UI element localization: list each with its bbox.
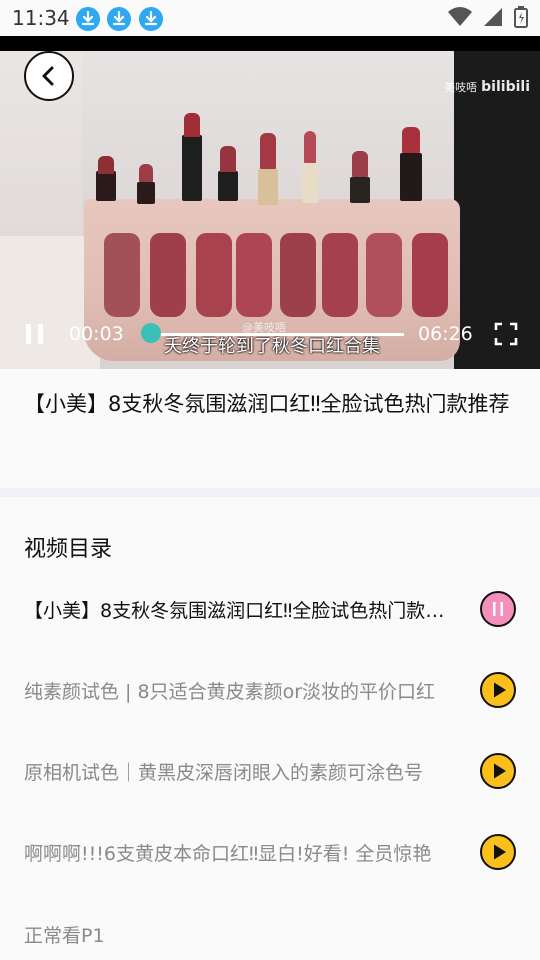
lipstick	[137, 164, 155, 204]
status-bar: 11:34	[0, 0, 540, 36]
download-icon	[76, 7, 100, 31]
playback-mode-label[interactable]: 正常看P1	[24, 921, 105, 948]
lipstick-swatch	[196, 233, 232, 317]
seek-thumb[interactable]	[141, 323, 162, 343]
playlist-item[interactable]: 啊啊啊!!!6支黄皮本命口红‼显白!好看! 全员惊艳	[0, 827, 540, 877]
playlist-item-title: 纯素颜试色 | 8只适合黄皮素颜or淡妆的平价口红	[24, 681, 436, 703]
lipstick-swatch	[366, 233, 402, 317]
playlist-play-button[interactable]	[480, 834, 516, 870]
playlist-item[interactable]: 原相机试色｜黄黑皮深唇闭眼入的素颜可涂色号	[0, 746, 540, 796]
download-icon	[139, 7, 163, 31]
total-time: 06:26	[418, 323, 473, 345]
pause-button[interactable]	[26, 324, 44, 344]
playlist-pause-button[interactable]	[480, 591, 516, 627]
video-title: 【小美】8支秋冬氛围滋润口红‼全脸试色热门款推荐	[24, 392, 510, 416]
lipstick-swatch	[104, 233, 140, 317]
playlist-item-title: 原相机试色｜黄黑皮深唇闭眼入的素颜可涂色号	[24, 762, 424, 784]
pause-icon	[38, 324, 43, 344]
channel-label: 美吱唔	[444, 81, 478, 94]
status-time: 11:34	[12, 6, 70, 30]
pause-icon	[493, 602, 503, 616]
lipstick	[302, 131, 318, 203]
lipstick	[350, 151, 370, 203]
pause-icon	[26, 324, 31, 344]
seek-bar[interactable]	[146, 333, 404, 336]
lipstick	[258, 133, 278, 205]
playlist-play-button[interactable]	[480, 753, 516, 789]
lipstick-swatch	[412, 233, 448, 317]
brand-label: bilibili	[481, 79, 530, 95]
lipstick	[96, 156, 116, 201]
play-icon	[494, 763, 506, 779]
bilibili-logo: 美吱唔 bilibili	[444, 79, 530, 95]
back-button[interactable]	[24, 51, 74, 101]
playlist-heading: 视频目录	[24, 537, 113, 562]
section-divider	[0, 488, 540, 497]
back-arrow-icon	[42, 66, 54, 86]
download-icon	[107, 7, 131, 31]
player-controls: 00:03 06:26	[0, 316, 540, 356]
lipstick	[400, 127, 422, 201]
playlist-item-title: 【小美】8支秋冬氛围滋润口红‼全脸试色热门款推荐	[24, 600, 462, 622]
lipstick-swatch	[322, 233, 358, 317]
lipstick	[182, 113, 202, 201]
fullscreen-button[interactable]	[494, 322, 518, 346]
play-icon	[494, 682, 506, 698]
lipstick-swatch	[236, 233, 272, 317]
playlist-item[interactable]: 【小美】8支秋冬氛围滋润口红‼全脸试色热门款推荐	[0, 584, 540, 634]
wifi-icon	[447, 7, 472, 27]
battery-icon	[514, 6, 528, 28]
video-player[interactable]: 美吱唔 bilibili @美吱唔 夭终于轮到了秋冬口红合集 00:03 06:2…	[0, 36, 540, 369]
play-icon	[494, 844, 506, 860]
playlist-item[interactable]: 纯素颜试色 | 8只适合黄皮素颜or淡妆的平价口红	[0, 665, 540, 715]
status-icons	[442, 6, 528, 30]
signal-icon	[483, 8, 502, 26]
playlist-item-title: 啊啊啊!!!6支黄皮本命口红‼显白!好看! 全员惊艳	[24, 843, 432, 865]
fullscreen-icon	[494, 322, 518, 346]
lipstick-swatch	[150, 233, 186, 317]
playlist-play-button[interactable]	[480, 672, 516, 708]
current-time: 00:03	[69, 323, 124, 345]
lipstick	[218, 146, 238, 201]
lipstick-swatch	[280, 233, 316, 317]
